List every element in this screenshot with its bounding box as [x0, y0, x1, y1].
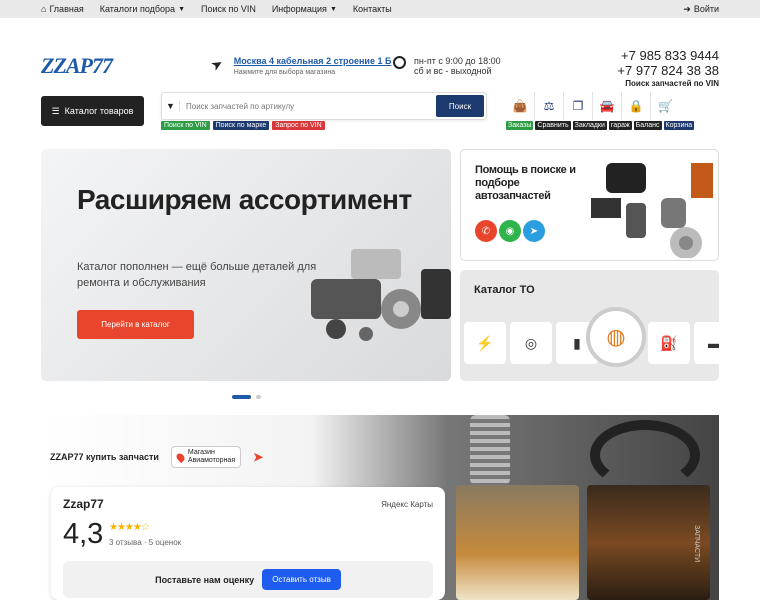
- cart-icon[interactable]: 🛒: [651, 92, 680, 120]
- login-link[interactable]: ➜ Войти: [683, 4, 719, 15]
- logo-text: ZZAP77: [41, 53, 113, 78]
- bookmarks-icon[interactable]: ❐: [564, 92, 593, 120]
- nav-catalogs[interactable]: Каталоги подбора ▼: [100, 4, 185, 14]
- maintenance-catalog-card[interactable]: Каталог ТО ⚡ ◎ ▮ ⛽ ▬ ◍: [460, 270, 719, 381]
- shop-line: ZZAP77 купить запчасти Магазин Авиамоторн…: [50, 446, 263, 468]
- hero-banner[interactable]: Расширяем ассортимент Каталог пополнен —…: [41, 149, 451, 381]
- menu-icon: ☰: [51, 105, 60, 116]
- search-box: ▼ Поиск запчастей по артикулу Поиск: [161, 92, 487, 120]
- nav-contacts[interactable]: Контакты: [353, 4, 392, 14]
- review-source[interactable]: Яндекс Карты: [381, 500, 433, 509]
- banner-text: Каталог пополнен — ещё больше деталей дл…: [77, 261, 317, 289]
- balance-label[interactable]: Баланс: [633, 121, 662, 130]
- leave-review-button[interactable]: Оставить отзыв: [262, 569, 341, 590]
- tab-brand-search[interactable]: Поиск по марке: [212, 121, 270, 130]
- phone-icon[interactable]: ✆: [475, 220, 497, 242]
- maintenance-card-title: Каталог ТО: [474, 284, 535, 296]
- store-selector[interactable]: Магазин Авиамоторная: [170, 446, 242, 468]
- rating-value: 4,3: [63, 518, 104, 550]
- shop-label: ZZAP77 купить запчасти: [50, 452, 159, 462]
- tab-vin-search[interactable]: Поиск по VIN: [161, 121, 210, 130]
- photo-sign-text: ЗАПЧАСТИ: [693, 525, 700, 563]
- clock-icon: [393, 56, 406, 69]
- garage-label[interactable]: гараж: [608, 121, 632, 130]
- top-nav: ⌂ Главная Каталоги подбора ▼ Поиск по VIN …: [41, 4, 392, 14]
- orders-label[interactable]: Заказы: [506, 121, 534, 130]
- chevron-down-icon: ▼: [329, 5, 337, 13]
- spark-plug-tile[interactable]: ⚡: [464, 322, 506, 364]
- wheel-tile[interactable]: ◎: [510, 322, 552, 364]
- magnifier-filter-icon: ◍: [586, 307, 646, 367]
- top-bar: ⌂ Главная Каталоги подбора ▼ Поиск по VIN …: [0, 0, 760, 18]
- chevron-down-icon: ▼: [178, 5, 185, 13]
- parts-collage-image: [591, 163, 713, 258]
- location-selector[interactable]: ➤ Москва 4 кабельная 2 строение 1 Б Нажм…: [208, 54, 392, 76]
- user-icon-labels: Заказы Сравнить Закладки гараж Баланс Ко…: [506, 121, 695, 130]
- help-card-title: Помощь в поиске и подборе автозапчастей: [475, 164, 576, 202]
- phone-2[interactable]: +7 977 824 38 38: [617, 63, 719, 78]
- search-type-dropdown[interactable]: ▼: [162, 101, 180, 111]
- oil-tile[interactable]: ⛽: [648, 322, 690, 364]
- compare-icon[interactable]: ⚖: [535, 92, 564, 120]
- nav-vin[interactable]: Поиск по VIN: [201, 4, 256, 14]
- banner-title: Расширяем ассортимент: [77, 184, 412, 215]
- slide-dot-active[interactable]: [232, 395, 251, 399]
- banner-pagination: [232, 395, 261, 399]
- banner-cta-button[interactable]: Перейти в каталог: [77, 310, 194, 339]
- rate-us-bar: Поставьте нам оценку Оставить отзыв: [63, 561, 433, 598]
- user-icons: 👜 ⚖ ❐ 🚘 🔒 🛒: [506, 92, 680, 120]
- address-hint: Нажмите для выбора магазина: [233, 69, 336, 76]
- location-arrow-icon: ➤: [207, 54, 226, 75]
- phones: +7 985 833 9444 +7 977 824 38 38 Поиск з…: [617, 48, 719, 88]
- review-company-name: Zzap77: [63, 497, 104, 511]
- rate-prompt: Поставьте нам оценку: [155, 574, 255, 585]
- catalog-button[interactable]: ☰ Каталог товаров: [41, 96, 144, 126]
- orders-icon[interactable]: 👜: [506, 92, 535, 120]
- search-button[interactable]: Поиск: [436, 95, 484, 117]
- hours-weekend: сб и вс - выходной: [414, 66, 492, 76]
- navigate-icon[interactable]: ➤: [253, 450, 263, 464]
- map-pin-icon: [174, 451, 187, 463]
- search-tabs: Поиск по VIN Поиск по марке Запрос по VI…: [161, 121, 325, 130]
- bookmarks-label[interactable]: Закладки: [572, 121, 607, 130]
- rating-stars: ★★★★☆: [109, 522, 150, 533]
- nav-home[interactable]: ⌂ Главная: [41, 4, 84, 14]
- store-interior-photo[interactable]: [456, 485, 579, 600]
- search-input[interactable]: Поиск запчастей по артикулу: [180, 102, 436, 111]
- whatsapp-icon[interactable]: ◉: [499, 220, 521, 242]
- logo[interactable]: ZZAP77: [41, 53, 113, 79]
- nav-info[interactable]: Информация ▼: [272, 4, 337, 14]
- telegram-icon[interactable]: ➤: [523, 220, 545, 242]
- brake-pad-tile[interactable]: ▬: [694, 322, 719, 364]
- hours-weekdays: пн-пт с 9:00 до 18:00: [414, 56, 501, 66]
- login-icon: ➜: [683, 3, 691, 14]
- store-exterior-photo[interactable]: ЗАПЧАСТИ: [587, 485, 710, 600]
- review-counts: 3 отзыва · 5 оценок: [109, 538, 182, 547]
- tab-vin-request[interactable]: Запрос по VIN: [272, 121, 325, 130]
- working-hours: пн-пт с 9:00 до 18:00 сб и вс - выходной: [393, 56, 501, 76]
- phone-1[interactable]: +7 985 833 9444: [617, 48, 719, 63]
- slide-dot[interactable]: [256, 395, 261, 399]
- garage-icon[interactable]: 🚘: [593, 92, 622, 120]
- steering-wheel-image: [590, 420, 700, 490]
- vin-search-link[interactable]: Поиск запчастей по VIN: [617, 79, 719, 88]
- help-card[interactable]: Помощь в поиске и подборе автозапчастей …: [460, 149, 719, 261]
- cart-label[interactable]: Корзина: [663, 121, 695, 130]
- compare-label[interactable]: Сравнить: [535, 121, 571, 130]
- store-address[interactable]: Москва 4 кабельная 2 строение 1 Б: [234, 56, 392, 66]
- contact-buttons: ✆ ◉ ➤: [475, 220, 545, 242]
- auto-parts-image: [311, 249, 451, 341]
- search-row: ☰ Каталог товаров ▼ Поиск запчастей по ар…: [0, 90, 760, 138]
- header: ZZAP77 ➤ Москва 4 кабельная 2 строение 1…: [0, 18, 760, 90]
- yandex-review-widget: Zzap77 Яндекс Карты 4,3 ★★★★☆ 3 отзыва ·…: [51, 487, 445, 600]
- home-icon: ⌂: [41, 4, 47, 14]
- shock-absorber-image: [470, 415, 510, 485]
- balance-icon[interactable]: 🔒: [622, 92, 651, 120]
